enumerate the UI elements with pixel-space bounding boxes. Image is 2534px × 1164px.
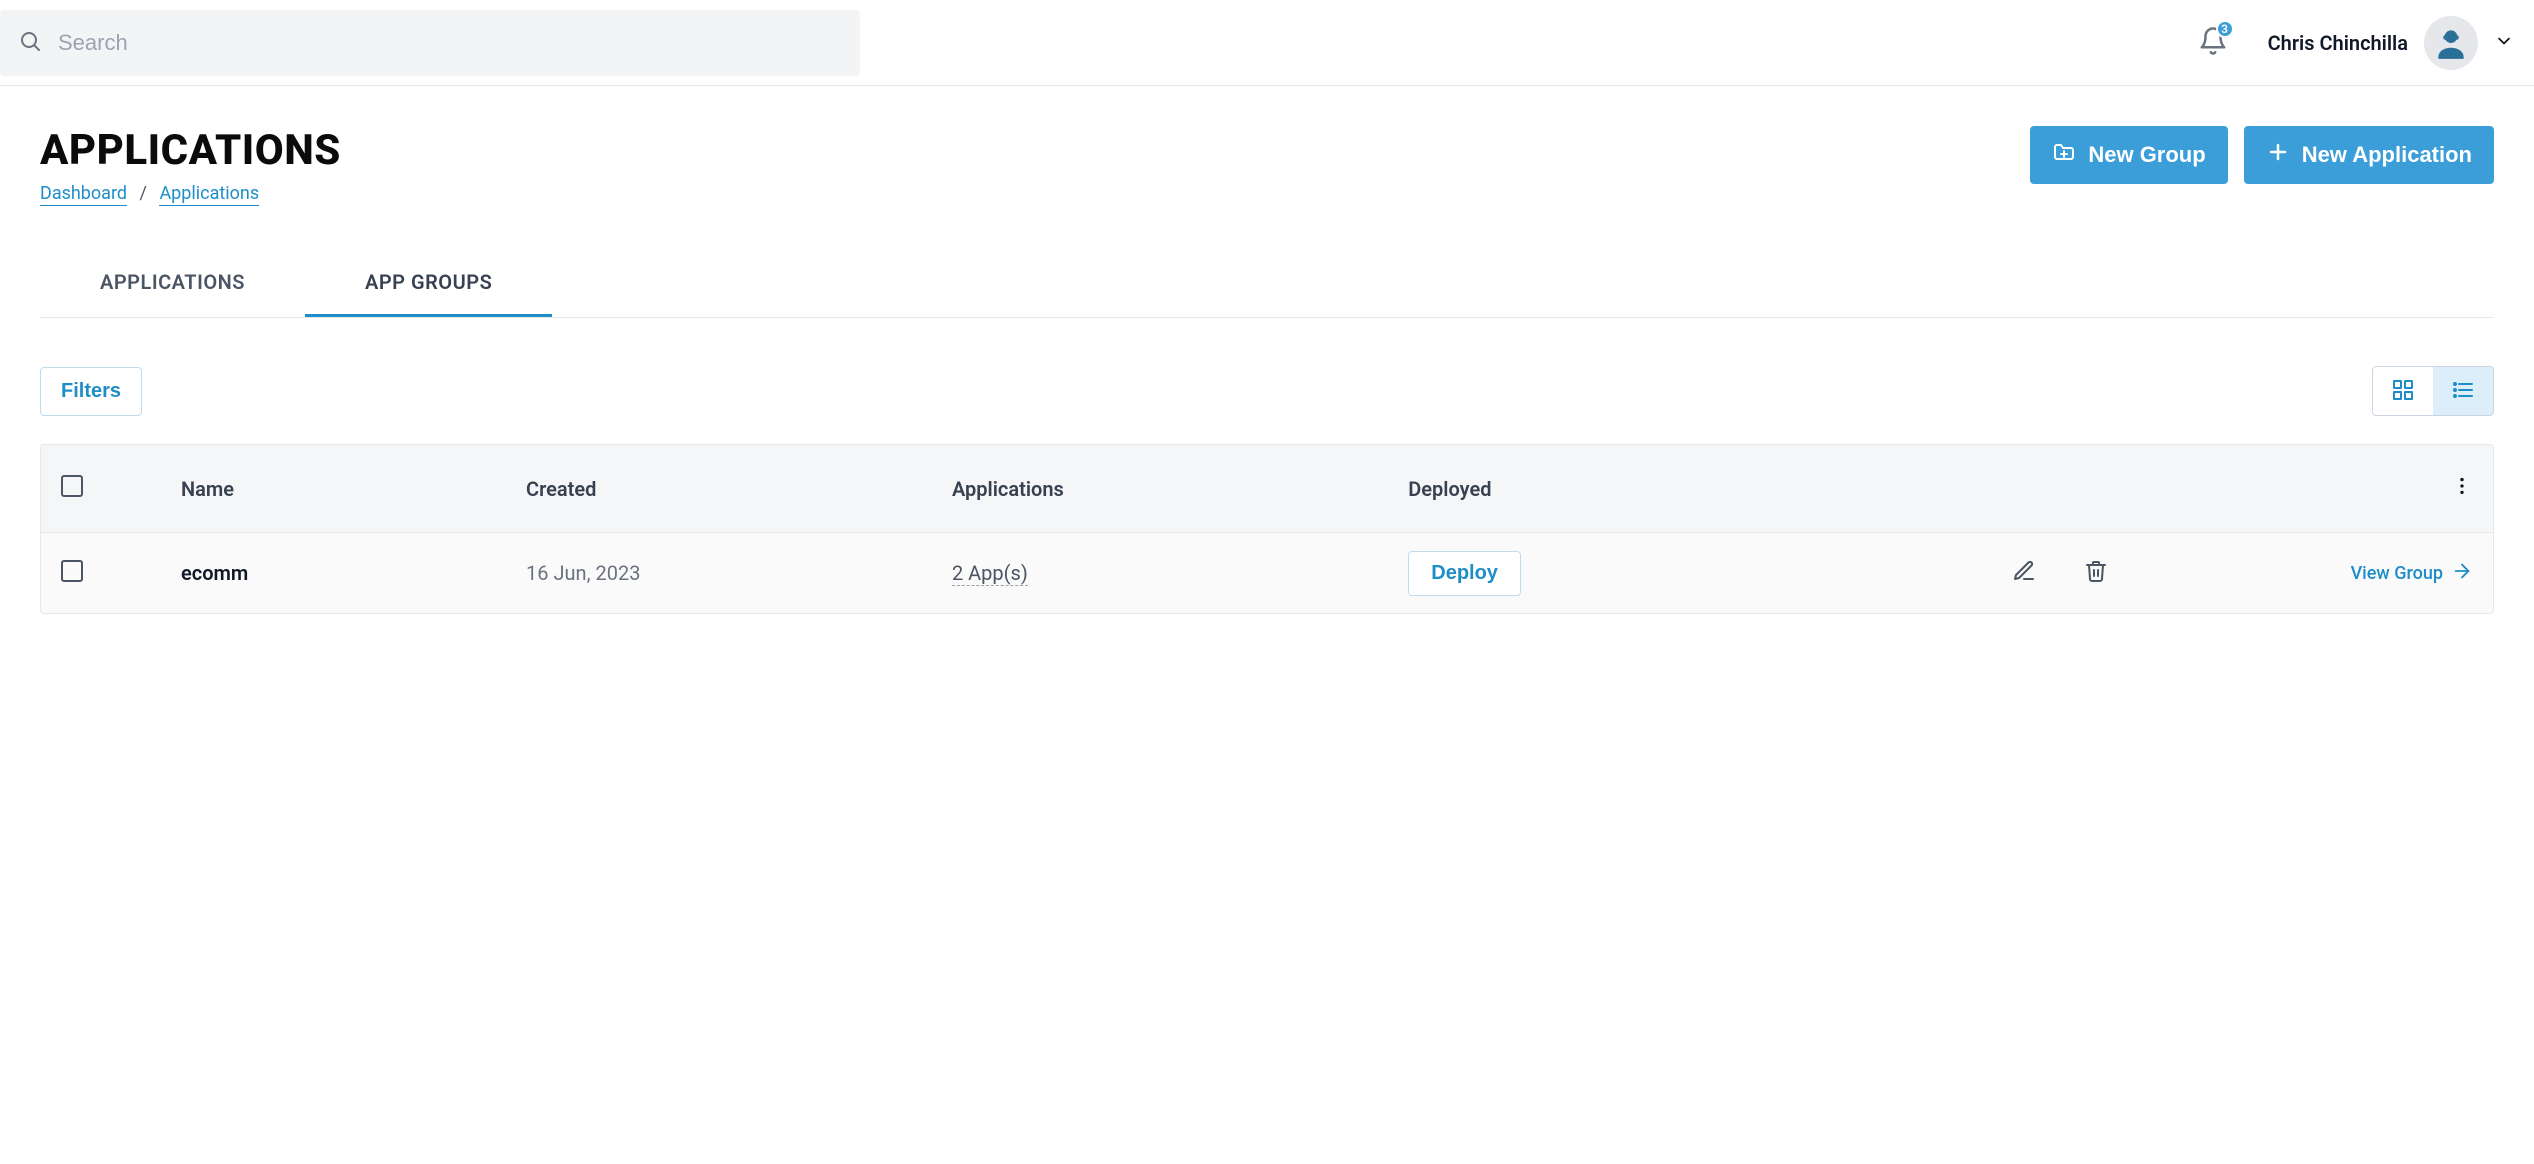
chevron-down-icon [2494, 31, 2514, 55]
row-name: ecomm [161, 561, 526, 585]
folder-plus-icon [2052, 140, 2076, 170]
page-head: APPLICATIONS Dashboard / Applications Ne… [40, 126, 2494, 204]
breadcrumb-separator: / [140, 183, 147, 204]
deploy-button[interactable]: Deploy [1408, 551, 1521, 596]
tab-applications[interactable]: APPLICATIONS [40, 252, 305, 317]
grid-view-button[interactable] [2373, 367, 2433, 415]
view-group-label: View Group [2351, 563, 2443, 584]
head-actions: New Group New Application [2030, 126, 2494, 184]
table-row: ecomm 16 Jun, 2023 2 App(s) Deploy View … [41, 533, 2493, 613]
filters-row: Filters [40, 366, 2494, 416]
delete-icon[interactable] [2084, 559, 2108, 588]
view-group-link[interactable]: View Group [2351, 560, 2473, 587]
col-name: Name [161, 477, 526, 501]
breadcrumb: Dashboard / Applications [40, 183, 341, 204]
top-bar: 3 Chris Chinchilla [0, 0, 2534, 86]
notifications-button[interactable]: 3 [2198, 26, 2228, 60]
plus-icon [2266, 140, 2290, 170]
select-all-checkbox[interactable] [61, 475, 83, 497]
user-name: Chris Chinchilla [2268, 31, 2408, 55]
row-applications[interactable]: 2 App(s) [952, 561, 1028, 586]
tabs: APPLICATIONS APP GROUPS [40, 252, 2494, 318]
col-applications: Applications [952, 477, 1408, 501]
app-groups-table: Name Created Applications Deployed ecomm… [40, 444, 2494, 614]
view-toggle [2372, 366, 2494, 416]
search-wrap[interactable] [0, 10, 860, 76]
row-checkbox[interactable] [61, 560, 83, 582]
new-application-button[interactable]: New Application [2244, 126, 2494, 184]
new-application-label: New Application [2302, 142, 2472, 168]
notification-badge: 3 [2216, 20, 2234, 38]
search-icon [18, 29, 42, 57]
grid-icon [2391, 378, 2415, 405]
page-content: APPLICATIONS Dashboard / Applications Ne… [0, 86, 2534, 654]
table-header-more-icon[interactable] [2451, 475, 2473, 502]
edit-icon[interactable] [2012, 559, 2036, 588]
arrow-right-icon [2451, 560, 2473, 587]
tab-app-groups[interactable]: APP GROUPS [305, 252, 552, 317]
page-title: APPLICATIONS [40, 126, 341, 175]
breadcrumb-root[interactable]: Dashboard [40, 183, 127, 206]
table-header: Name Created Applications Deployed [41, 445, 2493, 533]
search-input[interactable] [58, 30, 842, 56]
avatar [2424, 16, 2478, 70]
user-menu[interactable]: Chris Chinchilla [2268, 16, 2514, 70]
topbar-right: 3 Chris Chinchilla [2198, 16, 2514, 70]
new-group-button[interactable]: New Group [2030, 126, 2227, 184]
filters-button[interactable]: Filters [40, 367, 142, 416]
col-deployed: Deployed [1408, 477, 1864, 501]
col-created: Created [526, 477, 952, 501]
breadcrumb-current[interactable]: Applications [159, 183, 259, 206]
new-group-label: New Group [2088, 142, 2205, 168]
row-created: 16 Jun, 2023 [526, 561, 952, 585]
list-icon [2451, 378, 2475, 405]
list-view-button[interactable] [2433, 367, 2493, 415]
